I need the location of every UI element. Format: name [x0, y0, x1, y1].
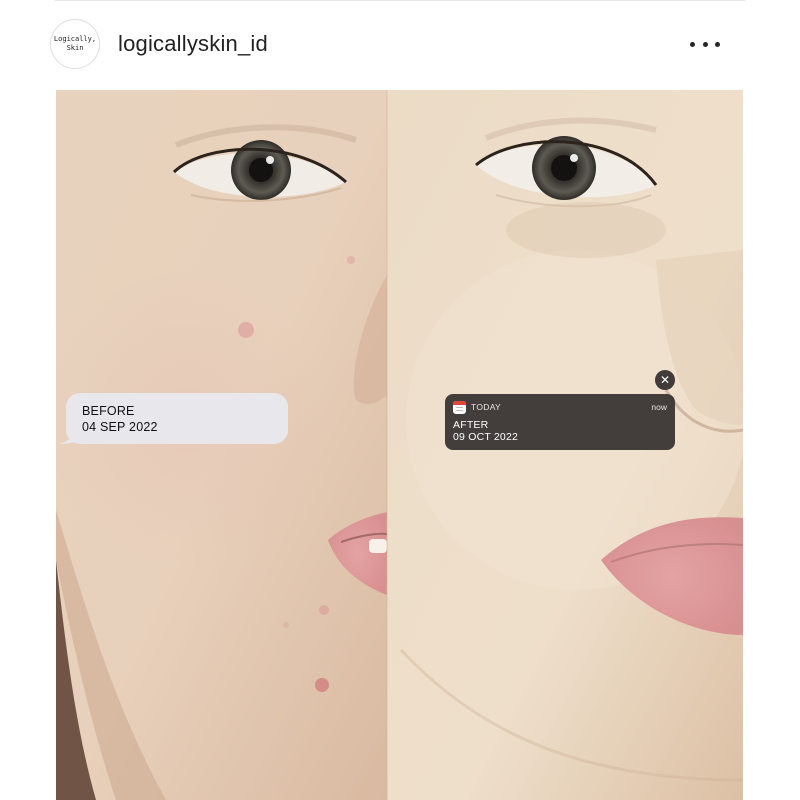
before-message-bubble: BEFORE 04 SEP 2022: [66, 393, 288, 444]
avatar[interactable]: Logically, Skin: [50, 19, 100, 69]
before-label: BEFORE: [82, 404, 135, 418]
post-header: Logically, Skin logicallyskin_id: [0, 0, 800, 90]
after-label: AFTER: [453, 419, 489, 431]
after-notification[interactable]: TODAY now AFTER 09 OCT 2022: [445, 394, 675, 450]
after-date: 09 OCT 2022: [453, 431, 519, 443]
more-options-button[interactable]: [690, 34, 720, 54]
close-icon[interactable]: ✕: [655, 370, 675, 390]
more-horizontal-icon: [690, 41, 695, 47]
calendar-icon: [453, 400, 466, 414]
notification-time: now: [651, 402, 667, 412]
notification-body: AFTER 09 OCT 2022: [453, 419, 667, 443]
notification-app-name: TODAY: [471, 402, 501, 412]
username-link[interactable]: logicallyskin_id: [118, 31, 268, 57]
notification-header: TODAY now: [453, 400, 667, 414]
before-date: 04 SEP 2022: [82, 420, 158, 434]
